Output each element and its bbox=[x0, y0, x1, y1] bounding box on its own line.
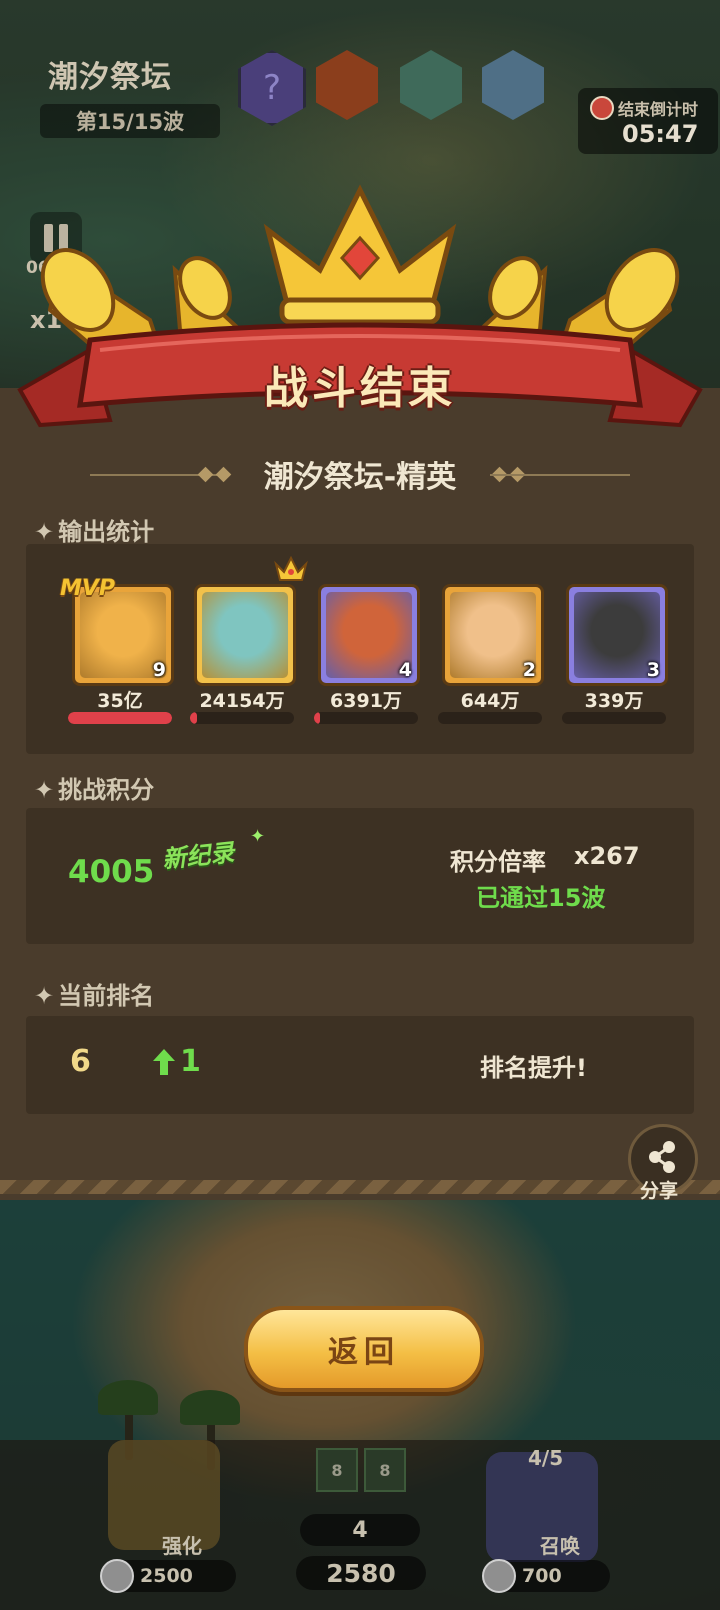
new-record-badge: 新纪录 bbox=[160, 838, 236, 874]
hero-level: 3 bbox=[646, 659, 660, 681]
damage-bar bbox=[562, 712, 666, 724]
gold-counter: 2580 bbox=[296, 1556, 426, 1590]
output-stats-label: ✦ 输出统计 bbox=[34, 512, 154, 547]
section-title: 当前排名 bbox=[58, 982, 155, 1010]
hero-damage: 339万 bbox=[584, 690, 644, 712]
damage-bar bbox=[314, 712, 418, 724]
hero-card: 2 bbox=[442, 584, 544, 686]
mvp-tag: MVP bbox=[60, 576, 116, 601]
timer-value: 05:47 bbox=[622, 120, 699, 148]
damage-bar bbox=[190, 712, 294, 724]
gold-count-value: 2580 bbox=[326, 1558, 396, 1588]
current-rank-box bbox=[26, 1016, 694, 1114]
wave-progress: 第15/15波 bbox=[40, 104, 220, 138]
hero-level: 2 bbox=[522, 659, 536, 681]
return-button[interactable]: 返回 bbox=[244, 1306, 484, 1392]
coin-icon bbox=[100, 1559, 134, 1593]
hero-card bbox=[194, 584, 296, 686]
multiplier-value: x267 bbox=[574, 842, 640, 870]
upgrade-cost-value: 2500 bbox=[140, 1565, 193, 1587]
coin-icon bbox=[482, 1559, 516, 1593]
card-slot: 8 bbox=[364, 1448, 406, 1492]
card-slot: 8 bbox=[316, 1448, 358, 1492]
rank-value: 6 bbox=[70, 1044, 91, 1079]
countdown-timer: 结束倒计时 05:47 bbox=[578, 88, 718, 154]
summon-label: 召唤 bbox=[540, 1534, 580, 1558]
gem-counter: 4 bbox=[300, 1514, 420, 1546]
rank-change: 1 bbox=[180, 1044, 201, 1079]
damage-bar-fill bbox=[190, 712, 198, 724]
score-value: 4005 bbox=[68, 854, 155, 890]
level-name: 潮汐祭坛 bbox=[48, 60, 172, 95]
upgrade-label: 强化 bbox=[162, 1534, 202, 1558]
rank-message: 排名提升! bbox=[480, 1054, 587, 1082]
damage-bar bbox=[438, 712, 542, 724]
section-title: 输出统计 bbox=[58, 518, 155, 546]
hero-damage: 24154万 bbox=[199, 690, 285, 712]
share-label: 分享 bbox=[640, 1180, 679, 1202]
sparkle-icon: ✦ bbox=[34, 518, 55, 546]
arrow-up-icon bbox=[153, 1049, 175, 1075]
summon-slots: 4/5 bbox=[528, 1446, 564, 1470]
upgrade-cost: 2500 bbox=[100, 1559, 236, 1593]
stage-title: 潮汐祭坛-精英 bbox=[263, 460, 457, 495]
sparkle-icon: ✦ bbox=[250, 826, 266, 847]
clock-icon bbox=[590, 96, 614, 120]
banner-title: 战斗结束 bbox=[264, 363, 456, 414]
section-title: 挑战积分 bbox=[58, 776, 155, 804]
timer-label: 结束倒计时 bbox=[618, 100, 699, 119]
hero-level: 4 bbox=[398, 659, 412, 681]
hero-level: 9 bbox=[152, 659, 166, 681]
hero-damage: 644万 bbox=[460, 690, 520, 712]
current-rank-label: ✦ 当前排名 bbox=[34, 976, 154, 1011]
multiplier-label: 积分倍率 bbox=[450, 848, 546, 876]
challenge-score-label: ✦ 挑战积分 bbox=[34, 770, 154, 805]
sparkle-icon: ✦ bbox=[34, 982, 55, 1010]
panel-trim bbox=[0, 1180, 720, 1194]
sparkle-icon: ✦ bbox=[34, 776, 55, 804]
elf-princess-icon bbox=[202, 592, 288, 678]
waves-passed: 已通过15波 bbox=[476, 884, 606, 912]
hero-damage: 35亿 bbox=[97, 690, 143, 712]
damage-bar bbox=[68, 712, 172, 724]
hero-card: 4 bbox=[318, 584, 420, 686]
summon-cost-value: 700 bbox=[522, 1565, 562, 1587]
gem-count-value: 4 bbox=[352, 1517, 368, 1543]
hero-damage: 6391万 bbox=[330, 690, 402, 712]
summon-cost: 700 bbox=[482, 1559, 610, 1593]
damage-bar-fill bbox=[314, 712, 321, 724]
hero-card: 3 bbox=[566, 584, 668, 686]
crown-icon bbox=[263, 184, 457, 325]
damage-bar-fill bbox=[68, 712, 172, 724]
top-hero-crown-icon bbox=[274, 556, 308, 581]
